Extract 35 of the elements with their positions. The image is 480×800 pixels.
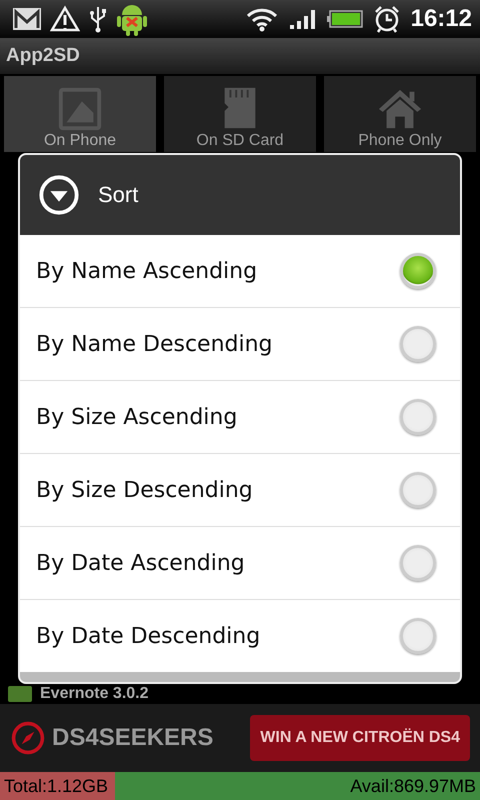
- radio-button[interactable]: [400, 253, 436, 289]
- mail-icon: [12, 6, 42, 32]
- sort-option[interactable]: By Size Descending: [20, 454, 460, 527]
- picture-frame-icon: [57, 86, 103, 132]
- clock: 16:12: [410, 5, 472, 33]
- dropdown-icon: [38, 174, 80, 216]
- sort-option[interactable]: By Name Ascending: [20, 235, 460, 308]
- sort-option[interactable]: By Size Ascending: [20, 381, 460, 454]
- total-storage: Total:1.12GB: [3, 776, 110, 796]
- dialog-title: Sort: [98, 182, 138, 208]
- radio-button[interactable]: [400, 618, 436, 654]
- signal-icon: [288, 8, 317, 30]
- sort-option[interactable]: By Date Ascending: [20, 527, 460, 600]
- app-icon: [8, 686, 32, 702]
- alarm-clock-icon: [372, 5, 401, 33]
- tab[interactable]: Phone Only: [324, 76, 476, 152]
- sort-option[interactable]: By Date Descending: [20, 600, 460, 672]
- sort-option[interactable]: By Name Descending: [20, 308, 460, 381]
- radio-button[interactable]: [400, 326, 436, 362]
- battery-icon: [326, 9, 363, 29]
- usb-icon: [88, 5, 108, 33]
- available-storage: Avail:869.97MB: [349, 776, 477, 796]
- ad-cta[interactable]: WIN A NEW CITROËN DS4: [250, 715, 470, 761]
- ad-banner[interactable]: DS4SEEKERS WIN A NEW CITROËN DS4: [0, 704, 480, 772]
- radio-button[interactable]: [400, 472, 436, 508]
- warning-icon: [50, 5, 80, 33]
- radio-button[interactable]: [400, 399, 436, 435]
- tab[interactable]: On SD Card: [164, 76, 316, 152]
- app-title: App2SD: [6, 45, 80, 67]
- radio-button[interactable]: [400, 545, 436, 581]
- ad-brand: DS4SEEKERS: [52, 724, 214, 752]
- tab[interactable]: On Phone: [4, 76, 156, 152]
- app-name: Evernote 3.0.2: [40, 685, 148, 703]
- wifi-icon: [244, 6, 279, 32]
- compass-icon: [10, 720, 46, 756]
